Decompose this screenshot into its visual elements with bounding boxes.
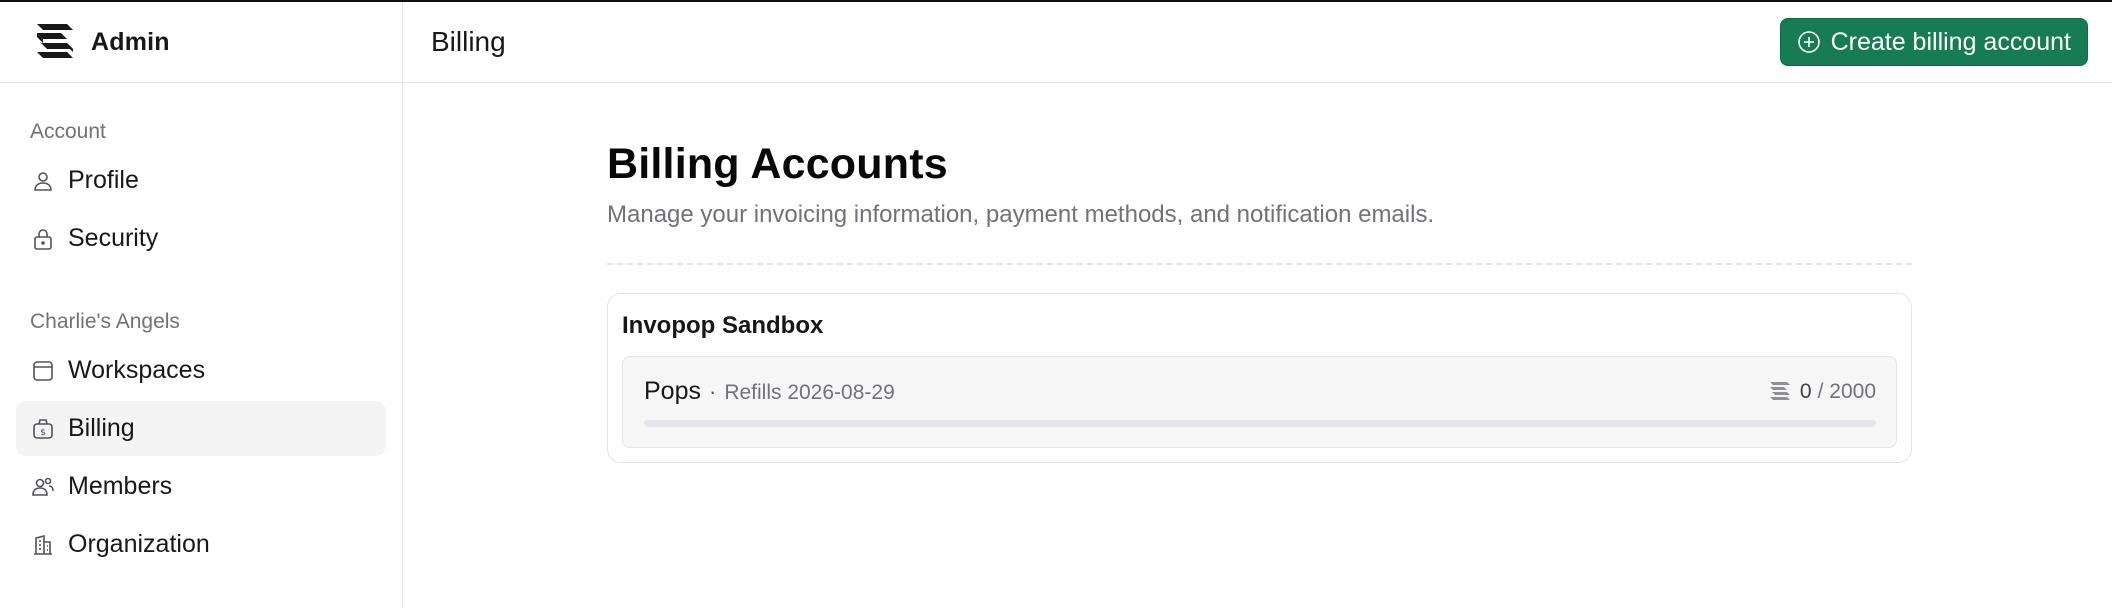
stacked-layers-logo-icon [32, 20, 76, 64]
section-label-organization: Charlie's Angels [30, 310, 180, 333]
sidebar-item-label: Profile [68, 166, 139, 194]
section-label-account: Account [30, 120, 106, 143]
credit-usage-row: Pops · Refills 2026-08-29 0 / 2000 [644, 377, 1876, 406]
sidebar-item-label: Workspaces [68, 356, 206, 384]
main-content: Billing Accounts Manage your invoicing i… [607, 140, 1912, 463]
plus-circle-icon [1797, 31, 1820, 53]
page-header: Billing Create billing account [404, 2, 2112, 83]
section-divider [607, 263, 1912, 265]
credit-counter: 0 / 2000 [1768, 380, 1876, 404]
nav-section-account: Account Profile Security [0, 116, 402, 266]
credits-used: 0 [1799, 379, 1812, 403]
lock-icon [30, 226, 56, 252]
billing-account-card[interactable]: Invopop Sandbox Pops · Refills 2026-08-2… [607, 293, 1912, 463]
members-icon [30, 474, 56, 500]
building-icon [30, 532, 56, 558]
sidebar-item-billing[interactable]: $ Billing [16, 401, 386, 456]
sidebar-item-label: Members [68, 472, 173, 500]
billing-account-name: Invopop Sandbox [622, 312, 824, 339]
credits-total: / 2000 [1817, 379, 1876, 403]
brand-name: Admin [91, 27, 170, 56]
svg-text:$: $ [40, 428, 46, 438]
sidebar-item-workspaces[interactable]: Workspaces [16, 343, 386, 398]
billing-icon: $ [30, 416, 56, 442]
user-icon [30, 168, 56, 194]
sidebar-item-organization[interactable]: Organization [16, 517, 386, 572]
credit-usage-box: Pops · Refills 2026-08-29 0 / 2000 [622, 356, 1897, 448]
sidebar-item-members[interactable]: Members [16, 459, 386, 514]
sidebar-item-label: Billing [68, 414, 135, 442]
sidebar-item-security[interactable]: Security [16, 211, 386, 266]
sidebar: Admin Account Profile Security Charlie's… [0, 2, 403, 608]
create-billing-account-label: Create billing account [1830, 27, 2071, 56]
sidebar-item-label: Security [68, 224, 159, 252]
plan-name: Pops [644, 377, 701, 405]
page-title: Billing [431, 26, 506, 57]
separator-dot: · [708, 379, 717, 404]
create-billing-account-button[interactable]: Create billing account [1779, 18, 2088, 66]
plan-info: Pops · Refills 2026-08-29 [644, 377, 895, 406]
sidebar-item-label: Organization [68, 530, 210, 558]
billing-accounts-description: Manage your invoicing information, payme… [607, 201, 1435, 228]
sidebar-item-profile[interactable]: Profile [16, 153, 386, 208]
credits-stack-icon [1769, 381, 1790, 400]
workspace-icon [30, 358, 56, 384]
billing-accounts-heading: Billing Accounts [607, 140, 948, 188]
nav-section-organization: Charlie's Angels Workspaces $ Billing Me… [0, 306, 402, 572]
credit-progress-bar [644, 420, 1876, 427]
refill-date: Refills 2026-08-29 [724, 381, 895, 404]
brand[interactable]: Admin [0, 2, 402, 83]
